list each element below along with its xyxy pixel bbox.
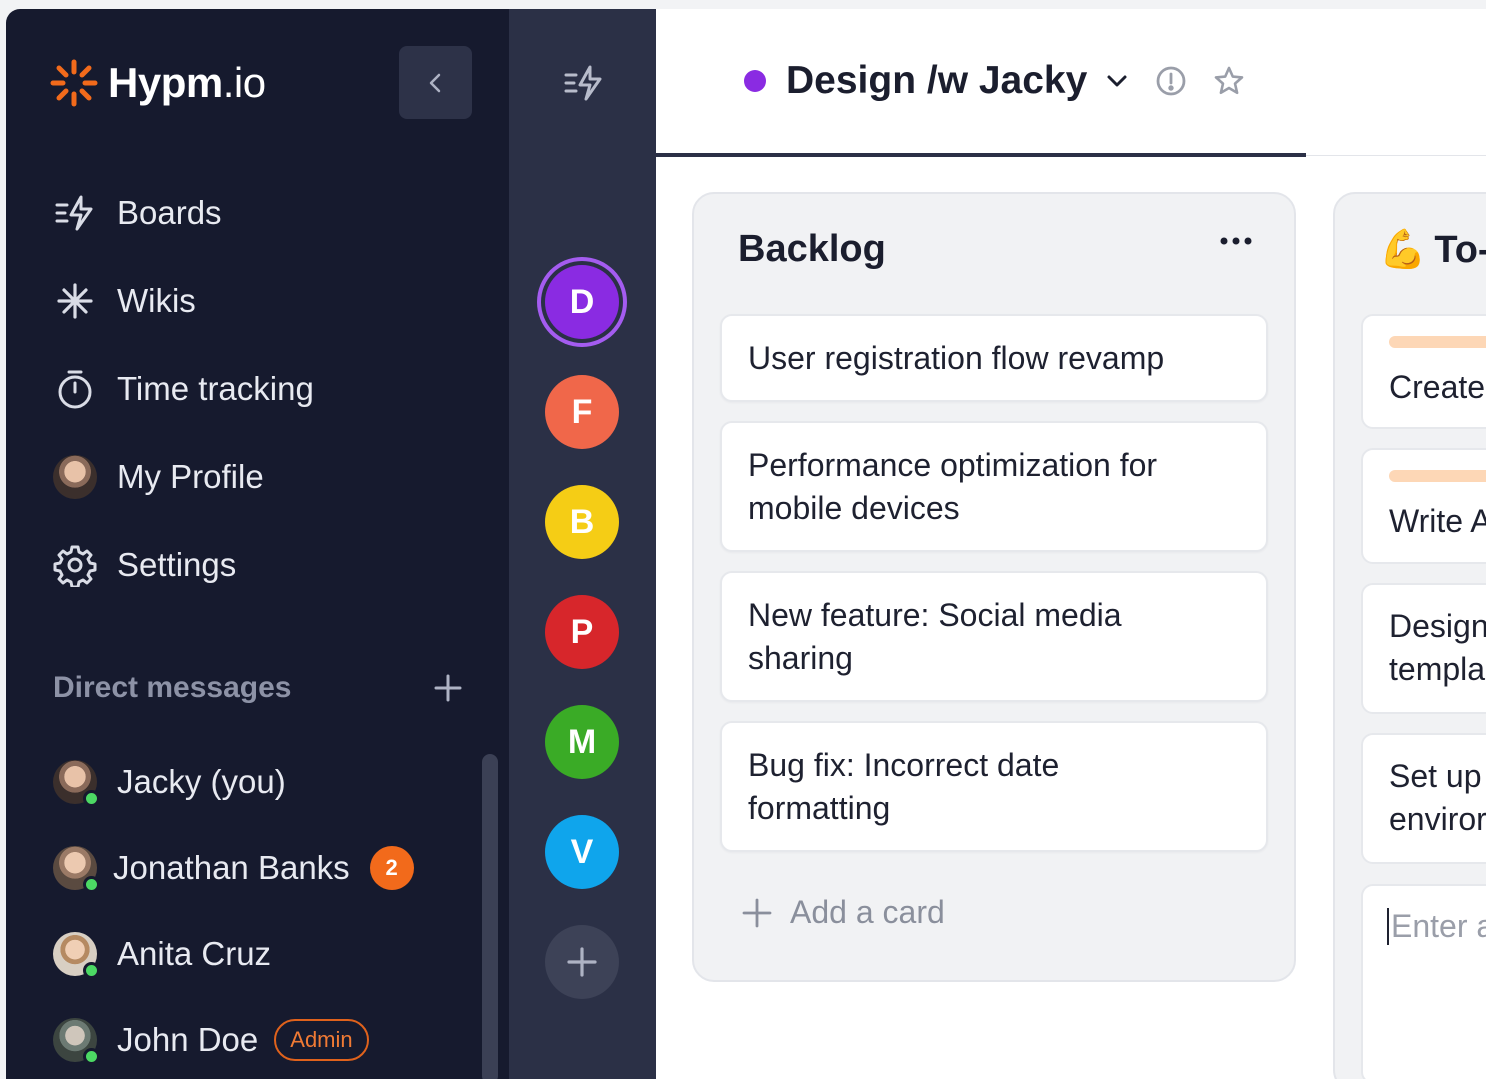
status-dot — [744, 70, 766, 92]
card-title: Design templa — [1389, 608, 1486, 687]
direct-messages-list: Jacky (you) Jonathan Banks 2 Anita Cruz … — [53, 739, 414, 1079]
nav-item-wikis[interactable]: Wikis — [53, 257, 314, 345]
board-main: Design /w Jacky Backlog User registratio… — [656, 9, 1486, 1079]
column-header: Backlog — [738, 228, 886, 271]
workspace-rail: D F B P M V — [509, 9, 656, 1079]
add-workspace-button[interactable] — [545, 925, 619, 999]
workspace-p[interactable]: P — [545, 595, 619, 669]
column-header: 💪 To- — [1379, 228, 1486, 272]
collapse-sidebar-button[interactable] — [399, 46, 472, 119]
asterisk-icon — [53, 279, 97, 323]
sunburst-logo-icon — [50, 59, 98, 107]
card-title: Create — [1389, 369, 1486, 405]
section-title: Direct messages — [53, 671, 292, 704]
card[interactable]: New feature: Social media sharing — [720, 571, 1268, 702]
online-indicator — [83, 1048, 100, 1065]
column-backlog: Backlog User registration flow revamp Pe… — [692, 192, 1296, 982]
boards-icon[interactable] — [562, 61, 606, 105]
column-title: To- — [1434, 228, 1486, 271]
card[interactable]: Set up enviror — [1361, 733, 1486, 864]
online-indicator — [83, 876, 100, 893]
nav-item-boards[interactable]: Boards — [53, 169, 314, 257]
nav-label: Boards — [117, 194, 222, 231]
label-bar — [1389, 470, 1486, 482]
card-title: Write A — [1389, 503, 1486, 539]
card[interactable]: Design templa — [1361, 583, 1486, 714]
column-emoji: 💪 — [1379, 229, 1427, 271]
active-tab-underline — [656, 153, 1306, 157]
timer-icon — [53, 367, 97, 411]
admin-badge: Admin — [274, 1019, 369, 1061]
card[interactable]: Bug fix: Incorrect date formatting — [720, 721, 1268, 852]
card[interactable]: User registration flow revamp — [720, 314, 1268, 402]
dm-item-jacky[interactable]: Jacky (you) — [53, 739, 414, 825]
avatar — [53, 760, 100, 807]
input-placeholder: Enter a — [1387, 908, 1486, 945]
nav-label: Time tracking — [117, 370, 314, 407]
online-indicator — [83, 790, 100, 807]
label-bar — [1389, 336, 1486, 348]
main-nav: Boards Wikis Time tracking My Profile Se… — [53, 169, 314, 609]
online-indicator — [83, 962, 100, 979]
dm-name: Jonathan Banks — [113, 849, 350, 886]
add-card-label: Add a card — [790, 894, 945, 930]
card-title: User registration flow revamp — [748, 339, 1165, 376]
board-header: Design /w Jacky — [656, 9, 1486, 157]
add-card-button[interactable]: Add a card — [742, 894, 945, 931]
nav-item-time-tracking[interactable]: Time tracking — [53, 345, 314, 433]
workspace-m[interactable]: M — [545, 705, 619, 779]
chevron-down-icon[interactable] — [1105, 69, 1129, 93]
avatar — [53, 455, 97, 499]
nav-item-my-profile[interactable]: My Profile — [53, 433, 314, 521]
dm-name: John Doe — [117, 1021, 259, 1058]
boards-icon — [53, 191, 97, 235]
gear-icon — [53, 543, 97, 587]
avatar — [53, 846, 100, 893]
card[interactable]: Write A — [1361, 448, 1486, 564]
sidebar: Hypm.io Boards Wikis Time tracking My Pr… — [6, 9, 509, 1079]
add-icon[interactable] — [433, 673, 463, 703]
card-title: New feature: Social media sharing — [748, 596, 1122, 676]
dm-name: Jacky (you) — [117, 763, 286, 800]
avatar — [53, 1018, 100, 1065]
board-title-row: Design /w Jacky — [744, 59, 1245, 103]
plus-icon — [567, 947, 597, 977]
card-title: Set up enviror — [1389, 758, 1486, 837]
brand-name: Hypm.io — [108, 59, 266, 106]
app-window: Hypm.io Boards Wikis Time tracking My Pr… — [6, 9, 1486, 1079]
sidebar-scrollbar[interactable] — [482, 754, 498, 1079]
nav-label: Wikis — [117, 282, 196, 319]
direct-messages-header: Direct messages — [53, 671, 463, 705]
info-icon[interactable] — [1155, 65, 1187, 97]
board-title[interactable]: Design /w Jacky — [786, 59, 1087, 103]
nav-item-settings[interactable]: Settings — [53, 521, 314, 609]
card-title: Performance optimization for mobile devi… — [748, 446, 1158, 526]
workspace-v[interactable]: V — [545, 815, 619, 889]
dm-item-jonathan-banks[interactable]: Jonathan Banks 2 — [53, 825, 414, 911]
brand-logo[interactable]: Hypm.io — [50, 59, 266, 107]
dm-item-john-doe[interactable]: John Doe Admin — [53, 997, 414, 1079]
more-options-icon[interactable] — [1220, 236, 1252, 246]
card[interactable]: Performance optimization for mobile devi… — [720, 421, 1268, 552]
nav-label: My Profile — [117, 458, 264, 495]
plus-icon — [742, 898, 772, 927]
dm-name: Anita Cruz — [117, 935, 272, 972]
card[interactable]: Create — [1361, 314, 1486, 429]
new-card-input[interactable]: Enter a — [1361, 884, 1486, 1079]
star-icon[interactable] — [1213, 65, 1245, 97]
column-title: Backlog — [738, 228, 886, 270]
workspace-f[interactable]: F — [545, 375, 619, 449]
dm-item-anita-cruz[interactable]: Anita Cruz — [53, 911, 414, 997]
workspace-d[interactable]: D — [545, 265, 619, 339]
unread-count-badge: 2 — [369, 846, 414, 890]
workspace-b[interactable]: B — [545, 485, 619, 559]
nav-label: Settings — [117, 546, 237, 583]
chevron-left-icon — [429, 73, 440, 92]
column-todo: 💪 To- Create Write A Design templa Set u… — [1333, 192, 1486, 1079]
avatar — [53, 932, 100, 979]
card-title: Bug fix: Incorrect date formatting — [748, 746, 1060, 826]
